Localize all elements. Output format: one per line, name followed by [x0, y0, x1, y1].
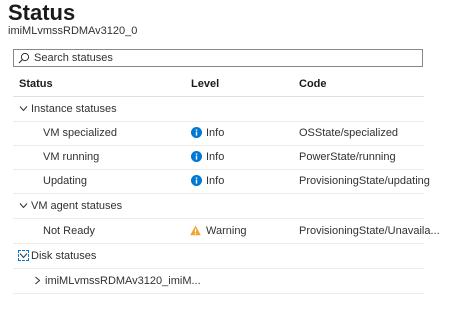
- column-header-code[interactable]: Code: [299, 78, 327, 90]
- chevron-right-icon[interactable]: [33, 276, 42, 285]
- row-status: Updating: [43, 175, 88, 187]
- row-status: VM running: [43, 151, 100, 163]
- chevron-down-icon[interactable]: [19, 251, 28, 260]
- row-code: ProvisioningState/updating: [299, 175, 430, 187]
- row-level: Info: [206, 151, 225, 163]
- group-label: Disk statuses: [31, 250, 97, 262]
- page-subtitle: imiMLvmssRDMAv3120_0: [8, 25, 138, 37]
- column-header-level[interactable]: Level: [191, 78, 219, 90]
- group-row-instance-statuses[interactable]: Instance statuses: [13, 97, 424, 122]
- group-label: Instance statuses: [31, 103, 117, 115]
- info-icon: [191, 151, 202, 162]
- table-row[interactable]: imiMLvmssRDMAv3120_imiM...: [13, 269, 424, 294]
- table-row[interactable]: VM specialized Info OSState/specialized: [13, 121, 424, 146]
- info-icon: [191, 127, 202, 138]
- group-row-vm-agent-statuses[interactable]: VM agent statuses: [13, 194, 424, 219]
- row-code: OSState/specialized: [299, 127, 399, 139]
- row-code: PowerState/running: [299, 151, 396, 163]
- row-status: VM specialized: [43, 127, 117, 139]
- info-icon: [191, 175, 202, 186]
- group-row-disk-statuses[interactable]: Disk statuses: [13, 244, 424, 269]
- row-level: Info: [206, 175, 225, 187]
- column-header-status[interactable]: Status: [19, 78, 53, 90]
- row-level: Info: [206, 127, 225, 139]
- search-placeholder: Search statuses: [34, 52, 113, 64]
- row-level: Warning: [206, 225, 247, 237]
- chevron-down-icon[interactable]: [19, 201, 28, 210]
- chevron-down-icon[interactable]: [19, 104, 28, 113]
- page-title: Status: [8, 0, 76, 25]
- search-input[interactable]: Search statuses: [13, 49, 423, 67]
- warning-icon: [190, 225, 201, 236]
- table-row[interactable]: Not Ready Warning ProvisioningState/Unav…: [13, 219, 440, 244]
- row-code: ProvisioningState/Unavaila...: [299, 225, 440, 237]
- row-status: imiMLvmssRDMAv3120_imiM...: [45, 275, 201, 287]
- row-status: Not Ready: [43, 225, 95, 237]
- group-label: VM agent statuses: [31, 200, 123, 212]
- search-icon: [18, 52, 30, 64]
- table-header: Status Level Code: [13, 72, 424, 97]
- table-row[interactable]: VM running Info PowerState/running: [13, 145, 424, 170]
- table-row[interactable]: Updating Info ProvisioningState/updating: [13, 169, 430, 194]
